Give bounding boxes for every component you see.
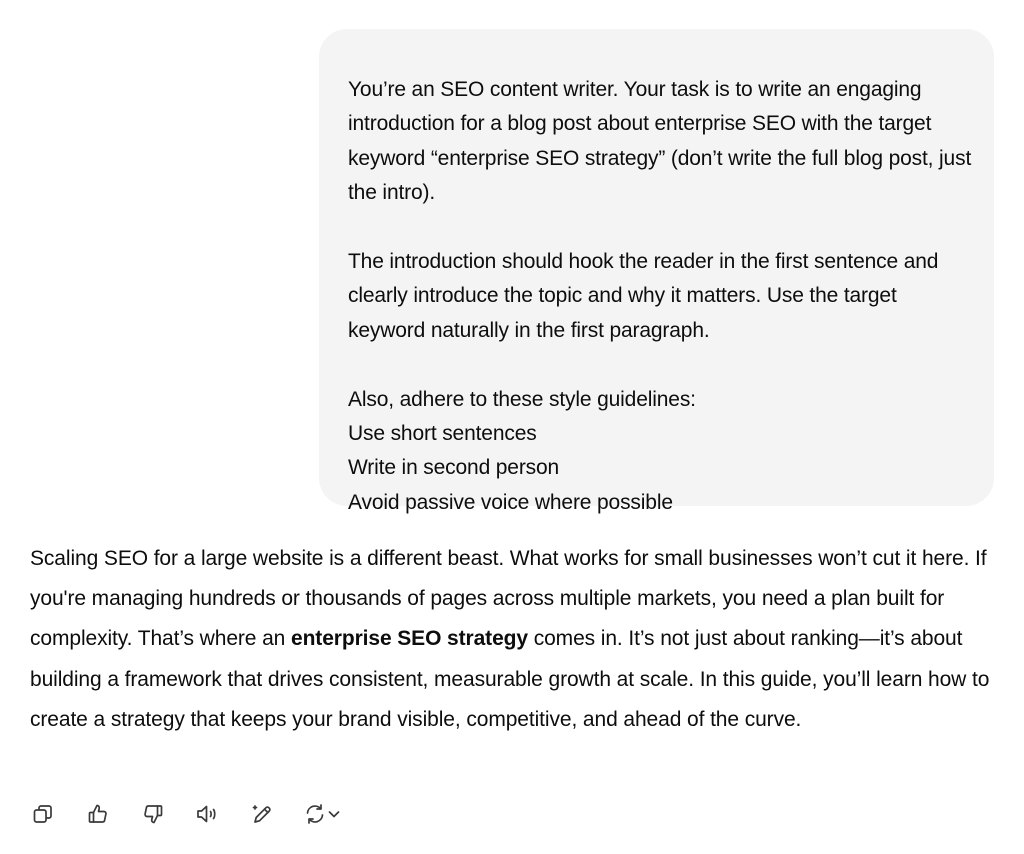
message-actions xyxy=(28,798,341,830)
read-aloud-icon xyxy=(197,805,216,823)
assistant-message: Scaling SEO for a large website is a dif… xyxy=(30,539,1005,740)
regenerate-button[interactable] xyxy=(303,799,341,829)
assistant-message-text: Scaling SEO for a large website is a dif… xyxy=(30,539,1005,740)
thumbs-up-icon xyxy=(88,804,107,823)
copy-icon xyxy=(33,805,52,823)
edit-icon xyxy=(252,805,271,823)
chevron-down-icon xyxy=(328,811,340,818)
guideline-item: Avoid passive voice where possible xyxy=(348,490,673,514)
copy-button[interactable] xyxy=(28,799,58,829)
guideline-item: Write in second person xyxy=(348,456,560,480)
thumbs-down-button[interactable] xyxy=(138,799,168,829)
user-message-paragraph: The introduction should hook the reader … xyxy=(348,250,944,342)
thumbs-up-button[interactable] xyxy=(83,799,113,829)
read-aloud-button[interactable] xyxy=(193,799,223,829)
guidelines-intro: Also, adhere to these style guidelines: xyxy=(348,387,696,411)
edit-button[interactable] xyxy=(248,799,278,829)
thumbs-down-icon xyxy=(144,805,163,824)
guideline-item: Use short sentences xyxy=(348,422,537,446)
target-keyword: enterprise SEO strategy xyxy=(291,627,528,651)
regenerate-icon xyxy=(306,804,324,824)
user-message-paragraph: You’re an SEO content writer. Your task … xyxy=(348,78,977,205)
user-message-bubble: You’re an SEO content writer. Your task … xyxy=(319,29,994,514)
